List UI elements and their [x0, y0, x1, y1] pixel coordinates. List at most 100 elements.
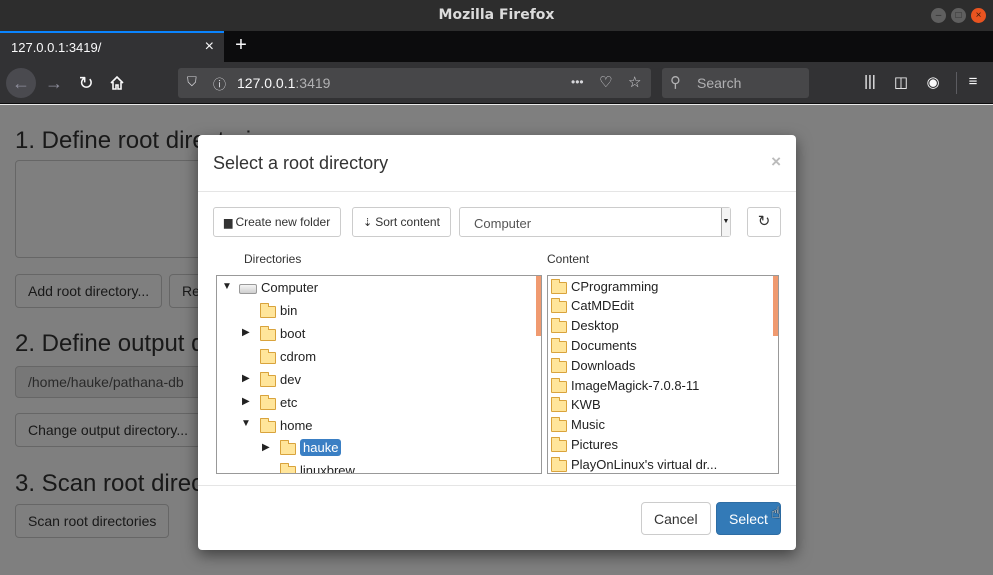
folder-icon	[260, 325, 276, 341]
create-folder-button[interactable]: ▆ Create new folder	[213, 207, 342, 237]
content-list[interactable]: CProgramming CatMDEdit Desktop Documents…	[547, 275, 779, 474]
folder-icon	[551, 297, 567, 313]
drive-icon	[239, 283, 257, 294]
site-info-icon[interactable]: ⓘ	[213, 74, 226, 93]
directory-tree[interactable]: ▼ Computer bin ▶ boot cdrom ▶ dev ▶ etc …	[216, 275, 542, 474]
maximize-button[interactable]: □	[951, 8, 966, 23]
back-button[interactable]: ←	[6, 68, 36, 98]
tree-node[interactable]: dev	[260, 371, 301, 387]
list-item[interactable]: PlayOnLinux's virtual dr...	[551, 456, 717, 472]
content-scrollbar[interactable]	[773, 276, 778, 336]
list-item[interactable]: Desktop	[551, 317, 619, 333]
back-arrow-icon: ←	[12, 73, 30, 93]
home-button[interactable]	[103, 69, 131, 97]
dialog-footer: Cancel Select	[198, 485, 796, 550]
tree-node[interactable]: Computer	[239, 280, 318, 295]
content-label: Content	[547, 252, 590, 266]
folder-icon	[260, 348, 276, 364]
reload-button[interactable]: ↻	[72, 69, 100, 97]
folder-icon	[551, 317, 567, 333]
collapsed-arrow-icon[interactable]: ▶	[242, 396, 250, 407]
dialog-close-icon[interactable]: ×	[771, 152, 781, 172]
refresh-button[interactable]: ↻	[747, 207, 781, 237]
list-item[interactable]: Pictures	[551, 436, 618, 452]
folder-icon	[280, 439, 296, 455]
list-item[interactable]: KWB	[551, 396, 601, 412]
folder-icon	[260, 371, 276, 387]
page-actions-icon[interactable]: •••	[571, 75, 584, 89]
account-icon[interactable]: ◉	[922, 73, 944, 91]
tab-title: 127.0.0.1:3419/	[11, 40, 102, 55]
folder-icon	[280, 462, 296, 473]
search-placeholder: Search	[697, 75, 742, 91]
folder-icon	[551, 416, 567, 432]
list-item[interactable]: Downloads	[551, 357, 635, 373]
folder-icon: ▆	[224, 217, 233, 229]
folder-icon	[260, 302, 276, 318]
bookmark-star-icon[interactable]: ☆	[628, 73, 641, 91]
url-text[interactable]: 127.0.0.1:3419	[237, 75, 330, 91]
folder-icon	[551, 436, 567, 452]
location-select[interactable]: Computer ▼	[459, 207, 731, 237]
cancel-button[interactable]: Cancel	[641, 502, 711, 535]
toolbar-separator	[956, 72, 957, 94]
collapsed-arrow-icon[interactable]: ▶	[262, 442, 270, 453]
menu-icon[interactable]: ≡	[962, 73, 984, 90]
expanded-arrow-icon[interactable]: ▼	[241, 418, 251, 429]
forward-button[interactable]: →	[40, 69, 68, 97]
list-item[interactable]: Music	[551, 416, 605, 432]
folder-icon	[551, 278, 567, 294]
window-close-button[interactable]: ×	[971, 8, 986, 23]
tree-node[interactable]: boot	[260, 325, 305, 341]
forward-arrow-icon: →	[45, 73, 63, 93]
tree-node-selected[interactable]: hauke	[280, 439, 342, 456]
location-select-value: Computer	[474, 216, 532, 231]
hand-cursor-icon: ☝	[771, 505, 781, 522]
window-title: Mozilla Firefox	[438, 7, 555, 23]
reload-icon: ↻	[78, 73, 94, 93]
dialog-header: Select a root directory ×	[198, 135, 796, 192]
folder-icon	[260, 417, 276, 433]
search-icon: ⚲	[670, 74, 681, 91]
tab-strip: 127.0.0.1:3419/ × +	[0, 31, 993, 62]
home-icon	[110, 75, 124, 90]
collapsed-arrow-icon[interactable]: ▶	[242, 327, 250, 338]
collapsed-arrow-icon[interactable]: ▶	[242, 373, 250, 384]
tab-active[interactable]: 127.0.0.1:3419/ ×	[0, 31, 224, 62]
tree-node[interactable]: cdrom	[260, 348, 316, 364]
list-item[interactable]: CProgramming	[551, 278, 658, 294]
pocket-icon[interactable]: ♡	[599, 73, 612, 91]
tab-close-icon[interactable]: ×	[205, 38, 214, 56]
search-input[interactable]: ⚲ Search	[662, 68, 809, 98]
minimize-button[interactable]: –	[931, 8, 946, 23]
library-icon[interactable]: |||	[859, 73, 881, 90]
url-bar[interactable]: ⛉ ⓘ 127.0.0.1:3419 ••• ♡ ☆	[178, 68, 651, 98]
folder-icon	[551, 396, 567, 412]
sidebar-icon[interactable]: ◫	[890, 73, 912, 91]
chevron-down-icon: ▼	[721, 208, 730, 236]
folder-icon	[551, 337, 567, 353]
tree-scrollbar[interactable]	[536, 276, 541, 336]
select-root-dialog: Select a root directory × ▆ Create new fo…	[198, 135, 796, 550]
dialog-title: Select a root directory	[213, 153, 389, 173]
folder-icon	[260, 394, 276, 410]
new-tab-button[interactable]: +	[230, 34, 252, 56]
expanded-arrow-icon[interactable]: ▼	[222, 281, 232, 292]
refresh-icon: ↻	[757, 213, 771, 230]
tree-node[interactable]: bin	[260, 302, 297, 318]
folder-icon	[551, 456, 567, 472]
directories-label: Directories	[244, 252, 302, 266]
folder-icon	[551, 357, 567, 373]
window-titlebar: Mozilla Firefox – □ ×	[0, 0, 993, 31]
tree-node[interactable]: home	[260, 417, 313, 433]
list-item[interactable]: Documents	[551, 337, 637, 353]
navigation-toolbar: ← → ↻ ⛉ ⓘ 127.0.0.1:3419 ••• ♡ ☆ ⚲ Searc…	[0, 62, 993, 104]
tree-node[interactable]: linuxbrew	[280, 462, 355, 473]
list-item[interactable]: CatMDEdit	[551, 297, 634, 313]
folder-icon	[551, 377, 567, 393]
sort-content-button[interactable]: ⇣ Sort content	[352, 207, 451, 237]
tracking-shield-icon[interactable]: ⛉	[187, 74, 197, 90]
tree-node[interactable]: etc	[260, 394, 297, 410]
sort-icon: ⇣	[363, 217, 373, 229]
list-item[interactable]: ImageMagick-7.0.8-11	[551, 377, 699, 393]
